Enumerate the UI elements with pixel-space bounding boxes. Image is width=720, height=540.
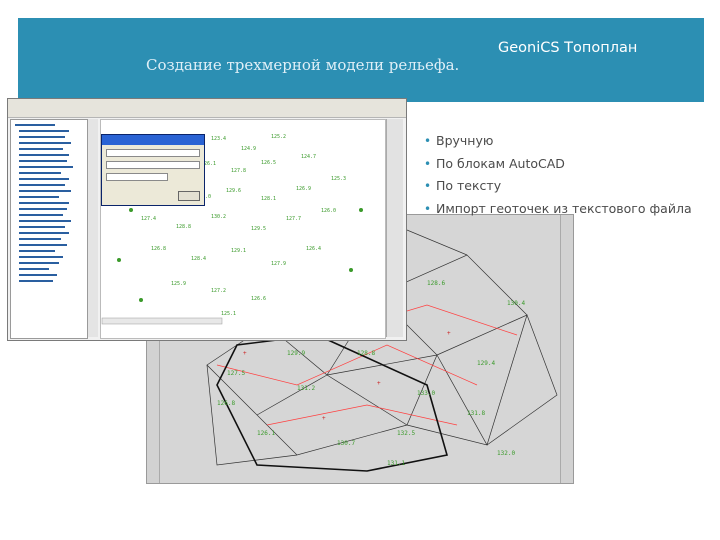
vertical-scrollbar[interactable]	[386, 119, 403, 337]
svg-text:127.7: 127.7	[286, 216, 301, 222]
bullet-icon: •	[424, 179, 432, 193]
svg-text:128.4: 128.4	[191, 256, 206, 262]
list-item: • По блокам AutoCAD	[424, 153, 714, 176]
svg-text:131.2: 131.2	[297, 385, 315, 392]
svg-text:128.1: 128.1	[261, 196, 276, 202]
svg-text:130.4: 130.4	[507, 300, 525, 307]
svg-text:128.8: 128.8	[176, 224, 191, 230]
svg-text:+: +	[447, 330, 451, 337]
bullet-icon: •	[424, 201, 432, 216]
svg-text:125.2: 125.2	[271, 134, 286, 140]
svg-text:133.0: 133.0	[417, 390, 435, 397]
svg-text:124.9: 124.9	[241, 146, 256, 152]
svg-text:126.0: 126.0	[321, 208, 336, 214]
layer-tree-panel	[10, 119, 88, 339]
bullet-icon: •	[424, 134, 432, 148]
svg-text:132.5: 132.5	[397, 430, 415, 437]
svg-text:126.4: 126.4	[306, 246, 321, 252]
svg-text:130.2: 130.2	[211, 214, 226, 220]
svg-text:126.1: 126.1	[257, 430, 275, 437]
svg-text:128.6: 128.6	[427, 280, 445, 287]
svg-text:126.8: 126.8	[151, 246, 166, 252]
svg-text:126.9: 126.9	[296, 186, 311, 192]
svg-text:128.8: 128.8	[357, 350, 375, 357]
svg-text:129.6: 129.6	[226, 188, 241, 194]
svg-text:126.8: 126.8	[217, 400, 235, 407]
svg-text:127.5: 127.5	[227, 370, 245, 377]
drawing-canvas: 123.4124.9125.2 126.1127.8126.5124.7 128…	[100, 119, 386, 339]
toolbar-strip	[8, 99, 406, 118]
svg-text:129.1: 129.1	[231, 248, 246, 254]
dialog-field[interactable]	[106, 149, 200, 157]
svg-text:127.9: 127.9	[271, 261, 286, 267]
svg-text:+: +	[243, 350, 247, 357]
svg-text:126.6: 126.6	[251, 296, 266, 302]
dialog-field[interactable]	[106, 173, 168, 181]
svg-text:+: +	[377, 380, 381, 387]
svg-text:124.7: 124.7	[301, 154, 316, 160]
svg-text:127.8: 127.8	[231, 168, 246, 174]
app-title: GeoniCS Топоплан	[498, 40, 638, 56]
right-scrollbar	[560, 215, 573, 483]
dialog-field[interactable]	[106, 161, 200, 169]
svg-text:123.4: 123.4	[211, 136, 226, 142]
svg-text:125.3: 125.3	[331, 176, 346, 182]
svg-text:127.2: 127.2	[211, 288, 226, 294]
svg-text:131.1: 131.1	[387, 460, 405, 467]
side-toolbar	[88, 119, 98, 337]
svg-text:129.4: 129.4	[477, 360, 495, 367]
svg-text:132.0: 132.0	[497, 450, 515, 457]
svg-text:+: +	[322, 415, 326, 422]
bullet-icon: •	[424, 156, 432, 171]
svg-text:130.7: 130.7	[337, 440, 355, 447]
svg-text:129.5: 129.5	[251, 226, 266, 232]
svg-text:127.4: 127.4	[141, 216, 156, 222]
list-item: • Вручную	[424, 130, 714, 153]
svg-text:131.8: 131.8	[467, 410, 485, 417]
svg-text:129.9: 129.9	[287, 350, 305, 357]
import-dialog[interactable]	[101, 134, 205, 206]
dialog-caption-bar	[102, 135, 204, 145]
svg-text:125.1: 125.1	[221, 311, 236, 317]
dialog-ok-button[interactable]	[178, 191, 200, 201]
list-item: • Импорт геоточек из текстового файла	[424, 198, 714, 221]
svg-text:125.9: 125.9	[171, 281, 186, 287]
autocad-screenshot: 123.4124.9125.2 126.1127.8126.5124.7 128…	[7, 98, 407, 341]
list-item: • По тексту	[424, 175, 714, 198]
method-list: • Вручную • По блокам AutoCAD • По тексту •…	[424, 130, 714, 220]
svg-text:126.5: 126.5	[261, 160, 276, 166]
slide-title: Создание трехмерной модели рельефа.	[146, 56, 460, 74]
